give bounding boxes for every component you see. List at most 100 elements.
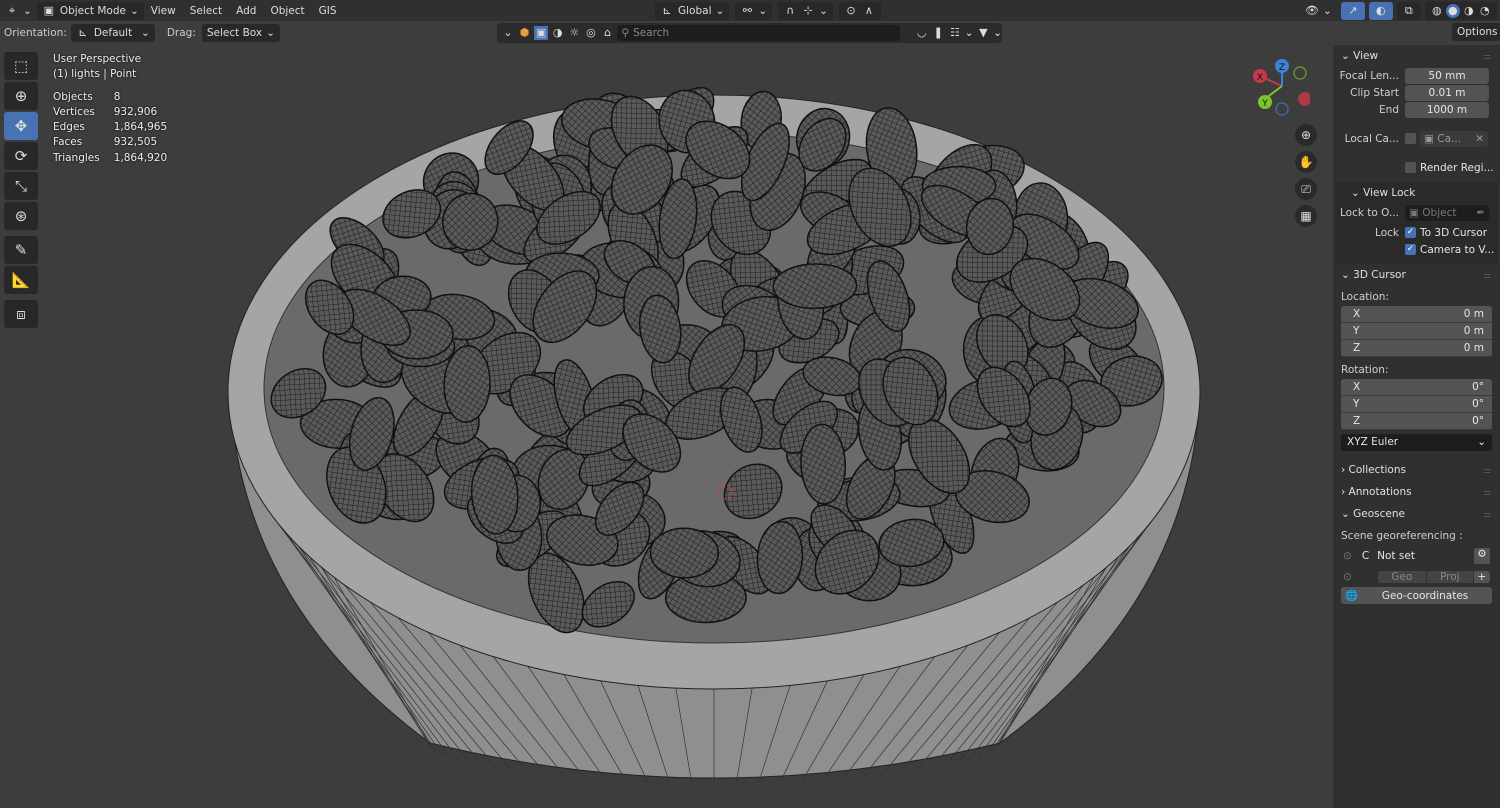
- search-input[interactable]: ⚲ Search: [617, 25, 900, 41]
- clear-icon[interactable]: ✕: [1475, 131, 1488, 147]
- visibility-dropdown[interactable]: 👁 ⌄: [1300, 2, 1337, 20]
- zoom-button[interactable]: ⊕: [1295, 124, 1317, 146]
- to-3d-cursor-checkbox[interactable]: ✓: [1405, 227, 1416, 238]
- menu-object[interactable]: Object: [263, 5, 311, 17]
- add-cube-tool[interactable]: ⧈: [4, 300, 38, 328]
- rotation-y-field[interactable]: Y 0°: [1341, 396, 1492, 413]
- stat-row: Edges 1,864,965: [53, 120, 181, 135]
- rotation-mode-dropdown[interactable]: XYZ Euler ⌄: [1341, 434, 1492, 451]
- wireframe-shading-icon[interactable]: ◍: [1430, 4, 1444, 18]
- pivot-point-dropdown[interactable]: ⚯ ⌄: [735, 1, 773, 20]
- stat-label: Triangles: [53, 151, 100, 164]
- focal-length-field[interactable]: 50 mm: [1405, 67, 1489, 84]
- 3d-cursor-panel-header[interactable]: ⌄ 3D Cursor::::: [1333, 264, 1500, 286]
- lock-object-field[interactable]: ▣ Object ✒: [1405, 204, 1489, 221]
- options-button[interactable]: Options: [1452, 23, 1500, 41]
- gizmo-z-label[interactable]: Z: [1279, 63, 1285, 73]
- pan-button[interactable]: ✋: [1295, 151, 1317, 173]
- annotations-panel-header[interactable]: › Annotations::::: [1333, 481, 1500, 503]
- sync-icon[interactable]: ◡: [915, 26, 929, 40]
- gizmo-toggle[interactable]: ↗: [1340, 1, 1365, 20]
- navigation-gizmo[interactable]: X Y Z: [1250, 56, 1312, 121]
- transform-orientation-dropdown[interactable]: ⊾ Global ⌄: [655, 1, 730, 20]
- radio-icon[interactable]: ⊙: [1343, 550, 1352, 562]
- annotate-tool[interactable]: ✎: [4, 236, 38, 264]
- collections-panel-header[interactable]: › Collections::::: [1333, 459, 1500, 481]
- stat-row: Triangles 1,864,920: [53, 151, 181, 166]
- rotation-z-field[interactable]: Z 0°: [1341, 413, 1492, 430]
- measure-tool[interactable]: 📐: [4, 266, 38, 294]
- select-box-tool[interactable]: ⬚: [4, 52, 38, 80]
- snap-toggle[interactable]: ∩ ⊹ ⌄: [778, 1, 833, 20]
- orientation-dropdown[interactable]: ⊾ Default ⌄: [70, 23, 155, 42]
- clip-start-field[interactable]: 0.01 m: [1405, 84, 1489, 101]
- mode-dropdown[interactable]: ▣ Object Mode ⌄: [36, 1, 144, 20]
- light-icon[interactable]: ☼: [568, 26, 582, 40]
- rotate-tool[interactable]: ⟳: [4, 142, 38, 170]
- radio-icon[interactable]: ⊙: [1343, 571, 1352, 583]
- drag-grip-icon[interactable]: ::::: [1483, 466, 1491, 475]
- material-icon[interactable]: ◑: [551, 26, 565, 40]
- collapse-icon[interactable]: ⌄: [501, 26, 515, 40]
- material-shading-icon[interactable]: ◑: [1462, 4, 1476, 18]
- menu-view[interactable]: View: [144, 5, 183, 17]
- hierarchy-icon[interactable]: ☷: [948, 26, 962, 40]
- xray-toggle[interactable]: ⧉: [1396, 1, 1421, 20]
- rendered-shading-icon[interactable]: ◔: [1478, 4, 1492, 18]
- panel-title: 3D Cursor: [1353, 269, 1406, 281]
- transform-tool[interactable]: ⊛: [4, 202, 38, 230]
- drag-grip-icon[interactable]: ::::: [1483, 271, 1491, 280]
- view-lock-header[interactable]: ⌄ View Lock: [1335, 182, 1498, 204]
- bookmark-icon[interactable]: ❚: [931, 26, 945, 40]
- camera-to-view-checkbox[interactable]: ✓: [1405, 244, 1416, 255]
- gear-icon[interactable]: ⚙: [1474, 547, 1490, 564]
- falloff-icon: ∧: [864, 3, 873, 17]
- editor-type-button[interactable]: ⌖ ⌄: [0, 2, 37, 20]
- clip-end-field[interactable]: 1000 m: [1405, 101, 1489, 118]
- solid-shading-icon[interactable]: ●: [1445, 3, 1460, 18]
- cursor-tool[interactable]: ⊕: [4, 82, 38, 110]
- drag-grip-icon[interactable]: ::::: [1483, 52, 1491, 61]
- geo-button[interactable]: Geo: [1377, 570, 1426, 583]
- menu-gis[interactable]: GIS: [312, 5, 344, 17]
- axis-value: 0 m: [1463, 342, 1484, 354]
- plus-icon[interactable]: +: [1473, 570, 1490, 583]
- object-filter-icon[interactable]: ▣: [534, 26, 548, 40]
- overlay-toggle[interactable]: ◐: [1368, 1, 1393, 20]
- tool-header: Orientation: ⊾ Default ⌄ Drag: Select Box ⌄…: [0, 22, 1500, 43]
- proj-button[interactable]: Proj: [1426, 570, 1473, 583]
- render-region-checkbox[interactable]: [1405, 162, 1416, 173]
- gizmo-y-label[interactable]: Y: [1261, 99, 1268, 109]
- geoscene-panel-header[interactable]: ⌄ Geoscene::::: [1333, 503, 1500, 525]
- menu-add[interactable]: Add: [229, 5, 263, 17]
- lock-object-placeholder: Object: [1422, 206, 1457, 219]
- geo-coordinates-button[interactable]: 🌐 Geo-coordinates: [1341, 587, 1492, 604]
- viewport-3d[interactable]: [0, 43, 1333, 808]
- brush-icon[interactable]: ⌂: [601, 26, 615, 40]
- world-icon[interactable]: ◎: [584, 26, 598, 40]
- drag-dropdown[interactable]: Select Box ⌄: [201, 23, 280, 42]
- scale-tool[interactable]: ⤡: [4, 172, 38, 200]
- perspective-toggle[interactable]: ▦: [1295, 205, 1317, 227]
- gizmo-x-label[interactable]: X: [1257, 73, 1263, 83]
- local-camera-field[interactable]: ▣ Ca... ✕: [1420, 130, 1488, 147]
- proportional-editing-toggle[interactable]: ⊙ ∧: [838, 1, 881, 20]
- location-z-field[interactable]: Z 0 m: [1341, 340, 1492, 357]
- snap-increment-icon: ⊹: [803, 3, 813, 17]
- view-panel-header[interactable]: ⌄ View::::: [1333, 45, 1500, 67]
- camera-view-button[interactable]: ⎚: [1295, 178, 1317, 200]
- scene-icon[interactable]: ⬢: [518, 26, 532, 40]
- stat-row: Vertices 932,906: [53, 105, 181, 120]
- eyedropper-icon[interactable]: ✒: [1476, 205, 1489, 221]
- rotation-x-field[interactable]: X 0°: [1341, 379, 1492, 396]
- location-x-field[interactable]: X 0 m: [1341, 306, 1492, 323]
- menu-select[interactable]: Select: [183, 5, 229, 17]
- move-tool[interactable]: ✥: [4, 112, 38, 140]
- filter-icon[interactable]: ▼: [977, 26, 991, 40]
- location-y-field[interactable]: Y 0 m: [1341, 323, 1492, 340]
- drag-grip-icon[interactable]: ::::: [1483, 510, 1491, 519]
- focal-length-row: Focal Len... 50 mm: [1333, 67, 1500, 84]
- drag-grip-icon[interactable]: ::::: [1483, 488, 1491, 497]
- crs-prefix: C: [1361, 549, 1370, 562]
- local-camera-checkbox[interactable]: [1405, 133, 1416, 144]
